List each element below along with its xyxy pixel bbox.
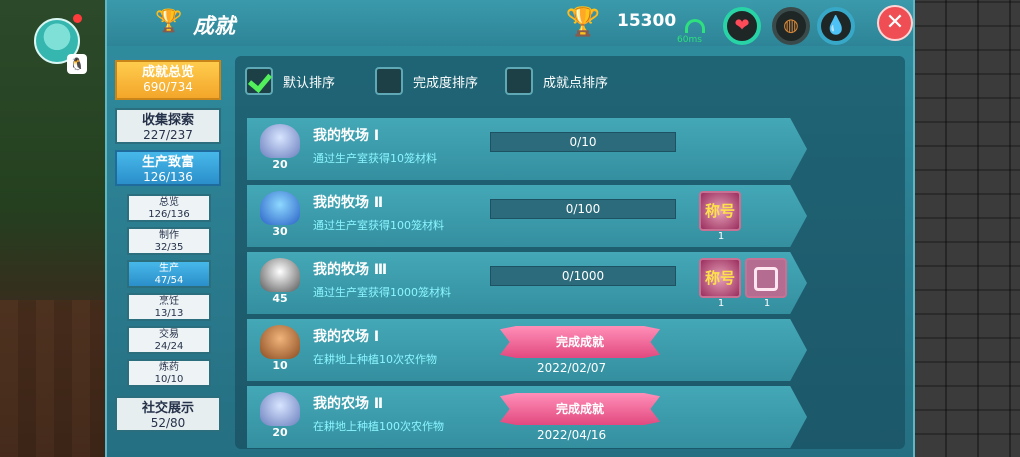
subcategory-label: 交易 xyxy=(159,329,179,340)
category-label: 收集探索 xyxy=(141,113,194,128)
checkbox-icon[interactable] xyxy=(505,67,533,95)
notification-dot xyxy=(73,14,82,23)
subcategory-count: 126/136 xyxy=(148,209,190,220)
subcategory-label: 烹饪 xyxy=(159,296,179,307)
medal-points: 10 xyxy=(272,359,288,372)
category-production[interactable]: 生产致富 126/136 xyxy=(115,150,221,186)
close-button[interactable]: ✕ xyxy=(877,5,913,41)
coin-count: 15300 xyxy=(617,11,677,31)
sort-completion[interactable]: 完成度排序 xyxy=(375,67,478,95)
category-count: 52/80 xyxy=(150,416,186,430)
bread-icon: ◍ xyxy=(772,7,810,45)
category-count: 690/734 xyxy=(143,80,193,94)
sort-label: 完成度排序 xyxy=(413,75,479,91)
sort-label: 默认排序 xyxy=(283,75,336,91)
achievement-row[interactable]: 20 我的牧场 Ⅰ 通过生产室获得10笼材料 0/10 xyxy=(247,118,825,180)
reward-item[interactable]: 1 xyxy=(745,258,789,312)
category-overview[interactable]: 成就总览 690/734 xyxy=(115,60,221,100)
category-social[interactable]: 社交展示 52/80 xyxy=(115,396,221,432)
achievement-row[interactable]: 30 我的牧场 Ⅱ 通过生产室获得100笼材料 0/100 称号 1 xyxy=(247,185,825,247)
category-label: 社交展示 xyxy=(141,401,194,416)
achievement-row[interactable]: 45 我的牧场 Ⅲ 通过生产室获得1000笼材料 0/1000 称号 1 1 xyxy=(247,252,825,314)
subcategory-count: 47/54 xyxy=(154,275,184,286)
reward-item[interactable]: 称号 1 xyxy=(699,191,743,245)
medal-icon: 45 xyxy=(257,258,303,310)
page-title: 成就 xyxy=(193,14,235,38)
checkbox-icon[interactable] xyxy=(375,67,403,95)
reward-count: 1 xyxy=(717,298,725,309)
avatar-frame-reward-icon xyxy=(745,258,787,298)
game-background-left xyxy=(0,0,105,457)
achievement-row[interactable]: 20 我的农场 Ⅱ 在耕地上种植100次农作物 完成成就 2022/04/16 xyxy=(247,386,825,448)
subcategory-cooking[interactable]: 烹饪 13/13 xyxy=(127,293,211,321)
title-reward-icon: 称号 xyxy=(699,258,741,298)
trophy-icon: 🏆 xyxy=(155,9,183,34)
achievement-row[interactable]: 10 我的农场 Ⅰ 在耕地上种植10次农作物 完成成就 2022/02/07 xyxy=(247,319,825,381)
category-explore[interactable]: 收集探索 227/237 xyxy=(115,108,221,144)
category-sidebar: 成就总览 690/734 收集探索 227/237 生产致富 126/136 总… xyxy=(115,56,223,446)
top-bar: 🏆 成就 🏆 15300 60ms ❤ ◍ 💧 ✕ xyxy=(107,0,913,46)
title-reward-icon: 称号 xyxy=(699,191,741,231)
sort-points[interactable]: 成就点排序 xyxy=(505,67,608,95)
subcategory-overview[interactable]: 总览 126/136 xyxy=(127,194,211,222)
category-label: 成就总览 xyxy=(141,65,194,80)
completed-ribbon: 完成成就 xyxy=(500,393,660,425)
achievement-title: 我的农场 Ⅰ xyxy=(313,329,380,345)
ping-label: 60ms xyxy=(677,35,702,45)
reward-count: 1 xyxy=(717,231,725,242)
completed-date: 2022/04/16 xyxy=(537,428,607,442)
heart-icon: ❤ xyxy=(723,7,761,45)
reward-count: 1 xyxy=(763,298,771,309)
game-background-right xyxy=(915,0,1020,457)
subcategory-crafting[interactable]: 制作 32/35 xyxy=(127,227,211,255)
progress-bar: 0/100 xyxy=(490,199,676,219)
medal-points: 45 xyxy=(272,292,288,305)
reward-item[interactable]: 称号 1 xyxy=(699,258,743,312)
subcategory-count: 10/10 xyxy=(154,374,184,385)
achievement-title: 我的牧场 Ⅰ xyxy=(313,128,380,144)
subcategory-label: 总览 xyxy=(159,197,179,208)
subcategory-trade[interactable]: 交易 24/24 xyxy=(127,326,211,354)
medal-icon: 10 xyxy=(257,325,303,377)
sort-default[interactable]: 默认排序 xyxy=(245,67,335,95)
achievement-desc: 通过生产室获得10笼材料 xyxy=(313,152,437,165)
achievement-title: 我的牧场 Ⅱ xyxy=(313,195,384,211)
achievement-title: 我的牧场 Ⅲ xyxy=(313,262,388,278)
subcategory-count: 13/13 xyxy=(154,308,184,319)
progress-bar: 0/10 xyxy=(490,132,676,152)
medal-points: 20 xyxy=(272,426,288,439)
category-count: 126/136 xyxy=(143,170,193,184)
achievement-panel: 🏆 成就 🏆 15300 60ms ❤ ◍ 💧 ✕ 成就总览 690/734 收… xyxy=(105,0,915,457)
achievement-desc: 在耕地上种植100次农作物 xyxy=(313,420,444,433)
medal-points: 20 xyxy=(272,158,288,171)
sort-label: 成就点排序 xyxy=(543,75,609,91)
subcategory-count: 24/24 xyxy=(154,341,184,352)
medal-icon: 30 xyxy=(257,191,303,243)
category-count: 227/237 xyxy=(143,128,193,142)
wifi-icon xyxy=(685,19,705,33)
achievement-desc: 通过生产室获得1000笼材料 xyxy=(313,286,451,299)
medal-icon: 20 xyxy=(257,124,303,176)
subcategory-label: 生产 xyxy=(159,263,179,274)
completed-ribbon: 完成成就 xyxy=(500,326,660,358)
achievement-desc: 通过生产室获得100笼材料 xyxy=(313,219,444,232)
achievement-desc: 在耕地上种植10次农作物 xyxy=(313,353,437,366)
achievement-list: 默认排序 完成度排序 成就点排序 20 我的牧场 Ⅰ 通过生产室获得10笼材料 … xyxy=(235,56,905,449)
medal-points: 30 xyxy=(272,225,288,238)
subcategory-alchemy[interactable]: 炼药 10/10 xyxy=(127,359,211,387)
medal-icon: 20 xyxy=(257,392,303,444)
checkbox-checked-icon[interactable] xyxy=(245,67,273,95)
water-drop-icon: 💧 xyxy=(817,7,855,45)
subcategory-count: 32/35 xyxy=(154,242,184,253)
category-label: 生产致富 xyxy=(141,155,194,170)
subcategory-label: 炼药 xyxy=(159,362,179,373)
qq-icon: 🐧 xyxy=(67,54,87,74)
subcategory-label: 制作 xyxy=(159,230,179,241)
achievement-title: 我的农场 Ⅱ xyxy=(313,396,384,412)
subcategory-production[interactable]: 生产 47/54 xyxy=(127,260,211,288)
completed-date: 2022/02/07 xyxy=(537,361,607,375)
gold-trophy-icon: 🏆 xyxy=(565,5,601,38)
progress-bar: 0/1000 xyxy=(490,266,676,286)
